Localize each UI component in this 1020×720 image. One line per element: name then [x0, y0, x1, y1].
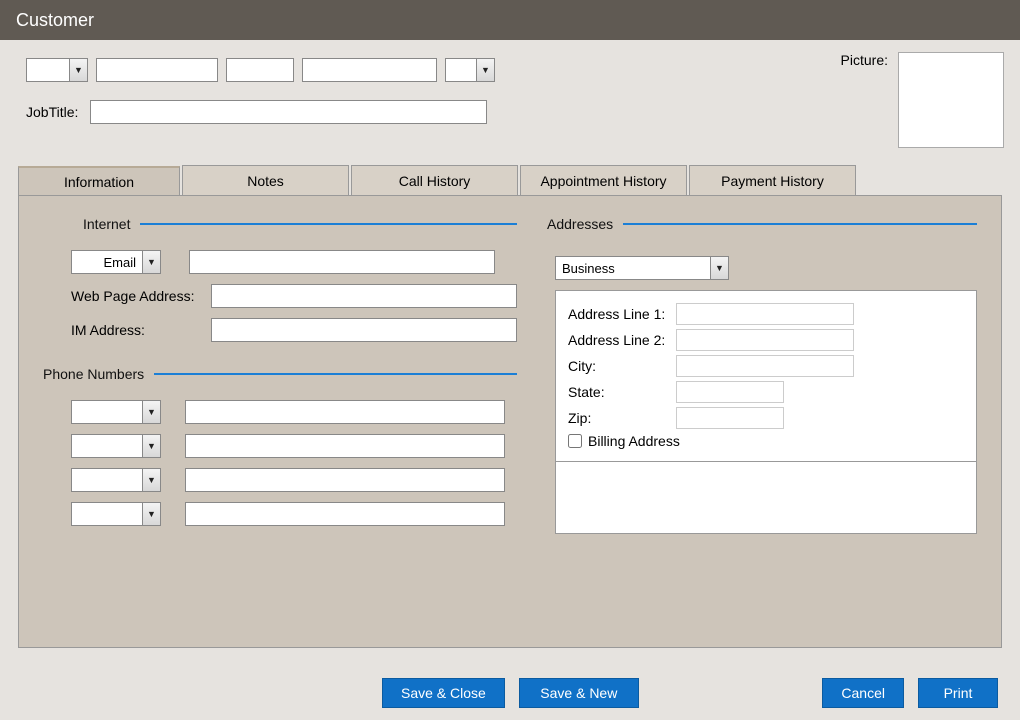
- tab-appointment-history[interactable]: Appointment History: [520, 165, 687, 195]
- address-type-field[interactable]: [556, 257, 710, 279]
- phone-row: [71, 434, 517, 458]
- billing-label: Billing Address: [588, 433, 680, 449]
- phone-row: [71, 502, 517, 526]
- section-title: Addresses: [547, 216, 613, 232]
- tab-notes[interactable]: Notes: [182, 165, 349, 195]
- addr-state-label: State:: [568, 384, 668, 400]
- phones-header: Phone Numbers: [43, 366, 517, 382]
- addresses-section: Addresses Address Line 1: Addr: [547, 216, 977, 534]
- cancel-button[interactable]: Cancel: [822, 678, 904, 708]
- window-titlebar: Customer: [0, 0, 1020, 40]
- section-title: Internet: [83, 216, 130, 232]
- header-area: JobTitle: Picture:: [0, 40, 1020, 165]
- address-panel-extra: [555, 462, 977, 534]
- internet-header: Internet: [43, 216, 517, 232]
- phone-number-field[interactable]: [185, 502, 505, 526]
- address-type-combo[interactable]: [555, 256, 729, 280]
- dropdown-icon[interactable]: [142, 503, 160, 525]
- tab-label: Information: [64, 174, 134, 190]
- addr-line1-field[interactable]: [676, 303, 854, 325]
- phone-type-field[interactable]: [72, 503, 142, 525]
- email-type-combo[interactable]: [71, 250, 161, 274]
- save-close-button[interactable]: Save & Close: [382, 678, 505, 708]
- phone-type-combo[interactable]: [71, 400, 161, 424]
- dropdown-icon[interactable]: [476, 59, 494, 81]
- print-button[interactable]: Print: [918, 678, 998, 708]
- addr-city-field[interactable]: [676, 355, 854, 377]
- tab-label: Call History: [399, 173, 471, 189]
- tab-label: Payment History: [721, 173, 824, 189]
- dropdown-icon[interactable]: [142, 469, 160, 491]
- billing-check-row: Billing Address: [568, 433, 964, 449]
- dropdown-icon[interactable]: [710, 257, 728, 279]
- phone-type-field[interactable]: [72, 401, 142, 423]
- tab-call-history[interactable]: Call History: [351, 165, 518, 195]
- divider-line: [154, 373, 517, 375]
- dropdown-icon[interactable]: [142, 435, 160, 457]
- web-label: Web Page Address:: [71, 288, 201, 304]
- first-name-field[interactable]: [96, 58, 218, 82]
- tab-row: Information Notes Call History Appointme…: [18, 165, 1002, 195]
- im-field[interactable]: [211, 318, 517, 342]
- addr-line1-label: Address Line 1:: [568, 306, 668, 322]
- phone-type-combo[interactable]: [71, 434, 161, 458]
- divider-line: [623, 223, 977, 225]
- dropdown-icon[interactable]: [142, 401, 160, 423]
- email-field[interactable]: [189, 250, 495, 274]
- left-column: Internet Web Page Address: IM Address:: [43, 216, 517, 627]
- suffix-field[interactable]: [446, 59, 476, 81]
- addresses-header: Addresses: [547, 216, 977, 232]
- phone-row: [71, 468, 517, 492]
- address-panel: Address Line 1: Address Line 2: City:: [555, 290, 977, 462]
- internet-section: Internet Web Page Address: IM Address:: [43, 216, 517, 342]
- right-column: Addresses Address Line 1: Addr: [547, 216, 977, 627]
- dropdown-icon[interactable]: [142, 251, 160, 273]
- phone-type-field[interactable]: [72, 469, 142, 491]
- tab-label: Appointment History: [540, 173, 666, 189]
- email-type-field[interactable]: [72, 251, 142, 273]
- window-title: Customer: [16, 10, 94, 31]
- jobtitle-field[interactable]: [90, 100, 487, 124]
- addr-state-field[interactable]: [676, 381, 784, 403]
- im-label: IM Address:: [71, 322, 201, 338]
- web-field[interactable]: [211, 284, 517, 308]
- phone-number-field[interactable]: [185, 400, 505, 424]
- picture-frame[interactable]: [898, 52, 1004, 148]
- picture-area: Picture:: [841, 52, 1004, 148]
- section-title: Phone Numbers: [43, 366, 144, 382]
- prefix-field[interactable]: [27, 59, 69, 81]
- tab-label: Notes: [247, 173, 284, 189]
- addr-zip-label: Zip:: [568, 410, 668, 426]
- tabs-container: Information Notes Call History Appointme…: [18, 165, 1002, 648]
- jobtitle-label: JobTitle:: [26, 104, 78, 120]
- phone-row: [71, 400, 517, 424]
- addr-city-label: City:: [568, 358, 668, 374]
- divider-line: [140, 223, 517, 225]
- tab-body-information: Internet Web Page Address: IM Address:: [18, 195, 1002, 648]
- last-name-field[interactable]: [302, 58, 437, 82]
- tab-information[interactable]: Information: [18, 166, 180, 196]
- addr-line2-field[interactable]: [676, 329, 854, 351]
- phone-number-field[interactable]: [185, 434, 505, 458]
- billing-checkbox[interactable]: [568, 434, 582, 448]
- button-label: Cancel: [841, 685, 885, 701]
- button-label: Save & New: [540, 685, 617, 701]
- phone-type-combo[interactable]: [71, 468, 161, 492]
- save-new-button[interactable]: Save & New: [519, 678, 639, 708]
- phones-section: Phone Numbers: [43, 366, 517, 526]
- addr-zip-field[interactable]: [676, 407, 784, 429]
- button-bar: Save & Close Save & New Cancel Print: [0, 678, 1020, 708]
- button-label: Print: [944, 685, 973, 701]
- phone-type-combo[interactable]: [71, 502, 161, 526]
- middle-name-field[interactable]: [226, 58, 294, 82]
- phone-type-field[interactable]: [72, 435, 142, 457]
- button-label: Save & Close: [401, 685, 486, 701]
- picture-label: Picture:: [841, 52, 888, 148]
- dropdown-icon[interactable]: [69, 59, 87, 81]
- tab-payment-history[interactable]: Payment History: [689, 165, 856, 195]
- addr-line2-label: Address Line 2:: [568, 332, 668, 348]
- phone-number-field[interactable]: [185, 468, 505, 492]
- suffix-combo[interactable]: [445, 58, 495, 82]
- prefix-combo[interactable]: [26, 58, 88, 82]
